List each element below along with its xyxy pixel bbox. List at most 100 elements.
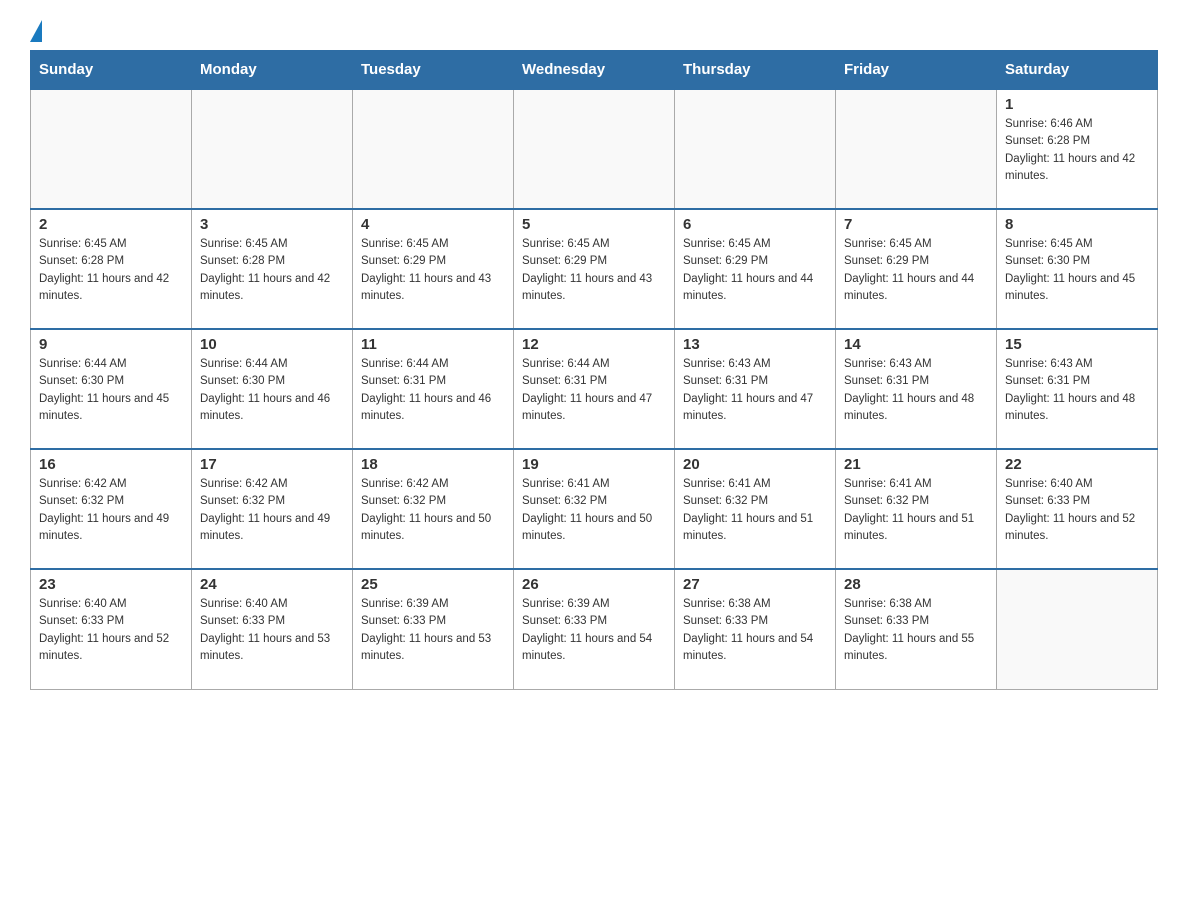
day-number: 6 bbox=[683, 216, 827, 233]
day-info: Sunrise: 6:38 AM Sunset: 6:33 PM Dayligh… bbox=[844, 596, 988, 665]
week-row-2: 2 Sunrise: 6:45 AM Sunset: 6:28 PM Daylig… bbox=[31, 209, 1158, 329]
calendar-cell: 2 Sunrise: 6:45 AM Sunset: 6:28 PM Daylig… bbox=[31, 209, 192, 329]
day-number: 20 bbox=[683, 456, 827, 473]
day-info: Sunrise: 6:42 AM Sunset: 6:32 PM Dayligh… bbox=[39, 476, 183, 545]
day-number: 23 bbox=[39, 576, 183, 593]
day-number: 19 bbox=[522, 456, 666, 473]
day-info: Sunrise: 6:45 AM Sunset: 6:28 PM Dayligh… bbox=[200, 236, 344, 305]
day-number: 27 bbox=[683, 576, 827, 593]
calendar-cell: 28 Sunrise: 6:38 AM Sunset: 6:33 PM Dayli… bbox=[836, 569, 997, 689]
day-info: Sunrise: 6:45 AM Sunset: 6:29 PM Dayligh… bbox=[361, 236, 505, 305]
day-info: Sunrise: 6:44 AM Sunset: 6:30 PM Dayligh… bbox=[200, 356, 344, 425]
day-number: 3 bbox=[200, 216, 344, 233]
page-header bbox=[30, 20, 1158, 40]
calendar-cell: 12Sunrise: 6:44 AM Sunset: 6:31 PM Dayli… bbox=[514, 329, 675, 449]
calendar-cell: 17 Sunrise: 6:42 AM Sunset: 6:32 PM Dayli… bbox=[192, 449, 353, 569]
calendar-cell: 27 Sunrise: 6:38 AM Sunset: 6:33 PM Dayli… bbox=[675, 569, 836, 689]
calendar-cell: 9 Sunrise: 6:44 AM Sunset: 6:30 PM Daylig… bbox=[31, 329, 192, 449]
calendar-cell: 10 Sunrise: 6:44 AM Sunset: 6:30 PM Dayli… bbox=[192, 329, 353, 449]
day-info: Sunrise: 6:45 AM Sunset: 6:29 PM Dayligh… bbox=[683, 236, 827, 305]
day-number: 25 bbox=[361, 576, 505, 593]
weekday-header-monday: Monday bbox=[192, 51, 353, 90]
logo-triangle-icon bbox=[30, 20, 42, 42]
calendar-cell bbox=[31, 89, 192, 209]
day-info: Sunrise: 6:45 AM Sunset: 6:28 PM Dayligh… bbox=[39, 236, 183, 305]
weekday-header-wednesday: Wednesday bbox=[514, 51, 675, 90]
day-number: 7 bbox=[844, 216, 988, 233]
day-info: Sunrise: 6:40 AM Sunset: 6:33 PM Dayligh… bbox=[39, 596, 183, 665]
day-info: Sunrise: 6:40 AM Sunset: 6:33 PM Dayligh… bbox=[200, 596, 344, 665]
day-number: 12 bbox=[522, 336, 666, 353]
day-number: 13 bbox=[683, 336, 827, 353]
day-number: 1 bbox=[1005, 96, 1149, 113]
day-info: Sunrise: 6:39 AM Sunset: 6:33 PM Dayligh… bbox=[361, 596, 505, 665]
calendar-cell bbox=[192, 89, 353, 209]
calendar-cell: 13 Sunrise: 6:43 AM Sunset: 6:31 PM Dayli… bbox=[675, 329, 836, 449]
day-number: 22 bbox=[1005, 456, 1149, 473]
day-number: 18 bbox=[361, 456, 505, 473]
calendar-cell: 6 Sunrise: 6:45 AM Sunset: 6:29 PM Daylig… bbox=[675, 209, 836, 329]
day-info: Sunrise: 6:45 AM Sunset: 6:30 PM Dayligh… bbox=[1005, 236, 1149, 305]
calendar-cell: 4Sunrise: 6:45 AM Sunset: 6:29 PM Daylig… bbox=[353, 209, 514, 329]
calendar-cell: 18 Sunrise: 6:42 AM Sunset: 6:32 PM Dayli… bbox=[353, 449, 514, 569]
calendar-cell: 21 Sunrise: 6:41 AM Sunset: 6:32 PM Dayli… bbox=[836, 449, 997, 569]
calendar-cell: 8 Sunrise: 6:45 AM Sunset: 6:30 PM Daylig… bbox=[997, 209, 1158, 329]
calendar-cell: 23 Sunrise: 6:40 AM Sunset: 6:33 PM Dayli… bbox=[31, 569, 192, 689]
day-number: 17 bbox=[200, 456, 344, 473]
logo bbox=[30, 20, 42, 40]
weekday-header-thursday: Thursday bbox=[675, 51, 836, 90]
calendar-cell: 26Sunrise: 6:39 AM Sunset: 6:33 PM Dayli… bbox=[514, 569, 675, 689]
calendar-cell: 24 Sunrise: 6:40 AM Sunset: 6:33 PM Dayli… bbox=[192, 569, 353, 689]
day-number: 8 bbox=[1005, 216, 1149, 233]
day-number: 5 bbox=[522, 216, 666, 233]
weekday-header-sunday: Sunday bbox=[31, 51, 192, 90]
week-row-3: 9 Sunrise: 6:44 AM Sunset: 6:30 PM Daylig… bbox=[31, 329, 1158, 449]
calendar-cell: 22 Sunrise: 6:40 AM Sunset: 6:33 PM Dayli… bbox=[997, 449, 1158, 569]
day-info: Sunrise: 6:43 AM Sunset: 6:31 PM Dayligh… bbox=[844, 356, 988, 425]
week-row-4: 16Sunrise: 6:42 AM Sunset: 6:32 PM Dayli… bbox=[31, 449, 1158, 569]
weekday-header-tuesday: Tuesday bbox=[353, 51, 514, 90]
calendar-cell: 16Sunrise: 6:42 AM Sunset: 6:32 PM Dayli… bbox=[31, 449, 192, 569]
day-number: 9 bbox=[39, 336, 183, 353]
day-number: 11 bbox=[361, 336, 505, 353]
week-row-5: 23 Sunrise: 6:40 AM Sunset: 6:33 PM Dayli… bbox=[31, 569, 1158, 689]
calendar-table: SundayMondayTuesdayWednesdayThursdayFrid… bbox=[30, 50, 1158, 690]
day-info: Sunrise: 6:43 AM Sunset: 6:31 PM Dayligh… bbox=[1005, 356, 1149, 425]
day-info: Sunrise: 6:44 AM Sunset: 6:30 PM Dayligh… bbox=[39, 356, 183, 425]
calendar-cell: 14 Sunrise: 6:43 AM Sunset: 6:31 PM Dayli… bbox=[836, 329, 997, 449]
day-info: Sunrise: 6:45 AM Sunset: 6:29 PM Dayligh… bbox=[844, 236, 988, 305]
day-number: 2 bbox=[39, 216, 183, 233]
day-info: Sunrise: 6:41 AM Sunset: 6:32 PM Dayligh… bbox=[683, 476, 827, 545]
calendar-cell bbox=[997, 569, 1158, 689]
weekday-header-friday: Friday bbox=[836, 51, 997, 90]
day-number: 10 bbox=[200, 336, 344, 353]
day-number: 21 bbox=[844, 456, 988, 473]
calendar-cell: 25 Sunrise: 6:39 AM Sunset: 6:33 PM Dayli… bbox=[353, 569, 514, 689]
calendar-cell: 19Sunrise: 6:41 AM Sunset: 6:32 PM Dayli… bbox=[514, 449, 675, 569]
calendar-cell bbox=[514, 89, 675, 209]
day-info: Sunrise: 6:43 AM Sunset: 6:31 PM Dayligh… bbox=[683, 356, 827, 425]
day-info: Sunrise: 6:41 AM Sunset: 6:32 PM Dayligh… bbox=[844, 476, 988, 545]
calendar-cell: 11 Sunrise: 6:44 AM Sunset: 6:31 PM Dayli… bbox=[353, 329, 514, 449]
weekday-header-saturday: Saturday bbox=[997, 51, 1158, 90]
calendar-cell: 15 Sunrise: 6:43 AM Sunset: 6:31 PM Dayli… bbox=[997, 329, 1158, 449]
day-number: 24 bbox=[200, 576, 344, 593]
day-info: Sunrise: 6:38 AM Sunset: 6:33 PM Dayligh… bbox=[683, 596, 827, 665]
day-info: Sunrise: 6:44 AM Sunset: 6:31 PM Dayligh… bbox=[361, 356, 505, 425]
day-info: Sunrise: 6:45 AM Sunset: 6:29 PM Dayligh… bbox=[522, 236, 666, 305]
calendar-cell bbox=[353, 89, 514, 209]
day-number: 15 bbox=[1005, 336, 1149, 353]
day-info: Sunrise: 6:46 AM Sunset: 6:28 PM Dayligh… bbox=[1005, 116, 1149, 185]
calendar-header-row: SundayMondayTuesdayWednesdayThursdayFrid… bbox=[31, 51, 1158, 90]
day-info: Sunrise: 6:39 AM Sunset: 6:33 PM Dayligh… bbox=[522, 596, 666, 665]
calendar-cell: 5 Sunrise: 6:45 AM Sunset: 6:29 PM Daylig… bbox=[514, 209, 675, 329]
day-info: Sunrise: 6:40 AM Sunset: 6:33 PM Dayligh… bbox=[1005, 476, 1149, 545]
day-info: Sunrise: 6:42 AM Sunset: 6:32 PM Dayligh… bbox=[200, 476, 344, 545]
day-number: 28 bbox=[844, 576, 988, 593]
day-info: Sunrise: 6:42 AM Sunset: 6:32 PM Dayligh… bbox=[361, 476, 505, 545]
week-row-1: 1 Sunrise: 6:46 AM Sunset: 6:28 PM Daylig… bbox=[31, 89, 1158, 209]
calendar-cell: 7 Sunrise: 6:45 AM Sunset: 6:29 PM Daylig… bbox=[836, 209, 997, 329]
calendar-cell: 20 Sunrise: 6:41 AM Sunset: 6:32 PM Dayli… bbox=[675, 449, 836, 569]
day-number: 14 bbox=[844, 336, 988, 353]
calendar-cell: 3 Sunrise: 6:45 AM Sunset: 6:28 PM Daylig… bbox=[192, 209, 353, 329]
